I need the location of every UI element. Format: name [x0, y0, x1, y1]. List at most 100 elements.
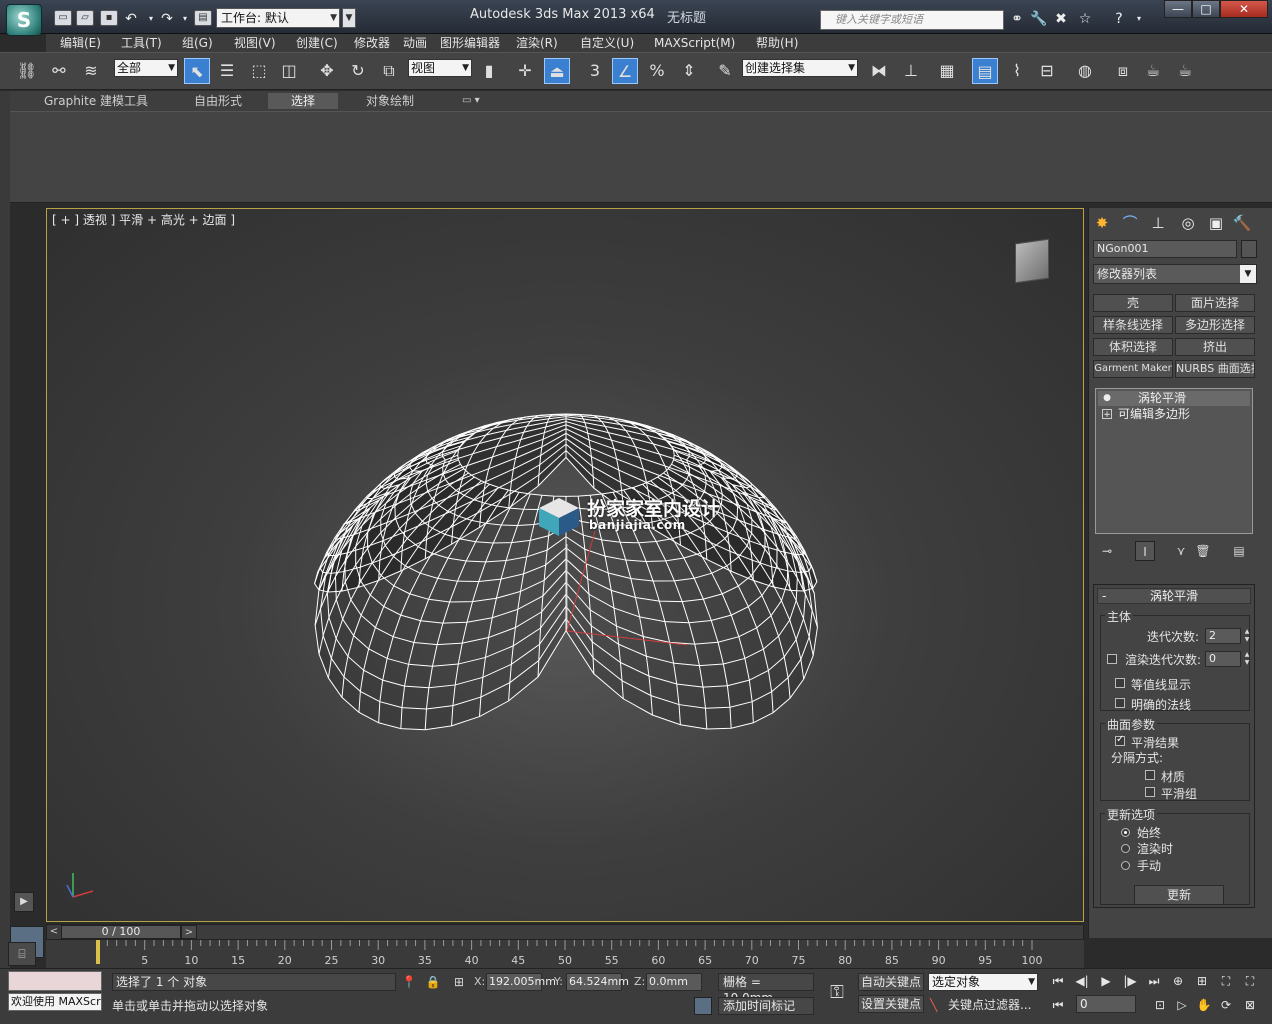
smooth-result-checkbox[interactable] [1115, 734, 1125, 746]
prev-frame-arrow-icon[interactable]: < [47, 925, 61, 939]
lightbulb-icon[interactable]: ● [1102, 393, 1112, 403]
show-end-result-icon[interactable]: I [1135, 541, 1155, 561]
utilities-tab-icon[interactable]: 🔨 [1231, 212, 1253, 234]
mod-volume-select-button[interactable]: 体积选择 [1093, 338, 1173, 356]
selection-filter-dropdown[interactable]: 全部 ▼ [114, 59, 178, 77]
zoom-extents-icon[interactable]: ⛶ [1216, 971, 1236, 991]
render-iterations-field[interactable]: 0 [1205, 651, 1241, 667]
rectangular-selection-icon[interactable]: ⬚ [246, 58, 272, 84]
iterations-spinner-icon[interactable]: ▲ ▼ [1243, 628, 1251, 644]
expand-plus-icon[interactable]: + [1102, 409, 1112, 420]
material-editor-icon[interactable]: ◍ [1072, 58, 1098, 84]
next-frame-icon[interactable]: |▶ [1120, 971, 1140, 991]
zoom-all-icon[interactable]: ⊞ [1192, 971, 1212, 991]
curve-editor-icon[interactable]: ⌇ [1004, 58, 1030, 84]
absolute-relative-toggle-icon[interactable]: ⊞ [450, 974, 468, 990]
update-manual-radio[interactable] [1121, 861, 1130, 870]
save-icon[interactable]: ▪ [100, 10, 118, 26]
search-input[interactable]: 键入关键字或短语 [820, 10, 1004, 30]
mod-shell-button[interactable]: 壳 [1093, 294, 1173, 312]
track-bar[interactable]: 5 10 15 20 25 30 35 40 45 50 55 60 65 70 75 80 85 90 95 100 [46, 940, 1084, 968]
keyboard-shortcut-toggle-icon[interactable]: ⏏ [544, 58, 570, 84]
open-mini-curve-editor-icon[interactable]: ⌸ [8, 942, 36, 966]
add-time-tag[interactable]: 添加时间标记 [718, 997, 814, 1015]
pivot-center-icon[interactable]: ▮ [476, 58, 502, 84]
mod-spline-select-button[interactable]: 样条线选择 [1093, 316, 1173, 334]
select-manipulate-icon[interactable]: ✛ [512, 58, 538, 84]
orbit-icon[interactable]: ⟳ [1216, 995, 1236, 1015]
tab-freeform[interactable]: 自由形式 [184, 93, 252, 109]
binoculars-icon[interactable]: ⚭ [1008, 10, 1026, 28]
render-iterations-checkbox[interactable] [1107, 654, 1117, 664]
z-coordinate-field[interactable]: 0.0mm [646, 973, 702, 991]
menu-tools[interactable]: 工具(T) [121, 34, 162, 52]
select-object-icon[interactable]: ⬉ [184, 58, 210, 84]
isoline-checkbox[interactable] [1115, 678, 1125, 688]
tab-selection[interactable]: 选择 [268, 93, 338, 109]
maxscript-listener-output[interactable] [8, 971, 102, 991]
auto-key-button[interactable]: 自动关键点 [858, 973, 924, 991]
snaps-toggle-icon[interactable]: 3 [582, 58, 608, 84]
help-dropdown-icon[interactable]: ▾ [1130, 10, 1148, 28]
tab-object-paint[interactable]: 对象绘制 [356, 93, 424, 109]
previous-frame-icon[interactable]: ◀| [1072, 971, 1092, 991]
app-menu-button[interactable]: S [6, 4, 42, 36]
menu-create[interactable]: 创建(C) [296, 34, 338, 52]
go-to-start-icon[interactable]: ⏮ [1048, 971, 1068, 991]
mod-nurbs-surface-select-button[interactable]: NURBS 曲面选择 [1175, 360, 1255, 378]
explicit-normals-checkbox[interactable] [1115, 698, 1125, 708]
zoom-extents-all-icon[interactable]: ⛶ [1240, 971, 1260, 991]
menu-customize[interactable]: 自定义(U) [580, 34, 634, 52]
time-tag-icon[interactable] [694, 997, 712, 1015]
current-frame-field[interactable]: 0 [1076, 995, 1136, 1013]
key-icon[interactable]: ⚿ [822, 981, 852, 1005]
maximize-viewport-icon[interactable]: ⊠ [1240, 995, 1260, 1015]
pan-view-icon[interactable]: ▷ [1172, 995, 1192, 1015]
render-iterations-spinner-icon[interactable]: ▲ ▼ [1243, 651, 1251, 667]
maxscript-listener-input[interactable]: 欢迎使用 MAXScr [8, 993, 102, 1011]
menu-maxscript[interactable]: MAXScript(M) [654, 34, 735, 52]
iterations-field[interactable]: 2 [1205, 628, 1241, 644]
menu-graph-editors[interactable]: 图形编辑器 [440, 34, 500, 52]
percent-snap-icon[interactable]: % [644, 58, 670, 84]
selection-lock-icon[interactable]: 🔒 [424, 974, 442, 990]
y-coordinate-field[interactable]: 64.524mm [566, 973, 629, 991]
unlink-icon[interactable]: ⚯ [46, 58, 72, 84]
key-filters-button[interactable]: ╲ 关键点过滤器... [928, 995, 1038, 1015]
menu-rendering[interactable]: 渲染(R) [516, 34, 558, 52]
pin-stack-icon[interactable]: ⊸ [1097, 541, 1117, 561]
update-button[interactable]: 更新 [1134, 885, 1224, 905]
object-color-swatch[interactable] [1241, 240, 1257, 258]
favorites-star-icon[interactable]: ☆ [1076, 10, 1094, 28]
schematic-view-icon[interactable]: ⊟ [1034, 58, 1060, 84]
stack-item-turbosmooth[interactable]: ● 涡轮平滑 [1098, 391, 1250, 406]
hierarchy-tab-icon[interactable]: ⊥ [1147, 212, 1169, 234]
separate-materials-checkbox[interactable] [1145, 770, 1155, 780]
select-rotate-icon[interactable]: ↻ [345, 58, 371, 84]
menu-edit[interactable]: 编辑(E) [60, 34, 101, 52]
rollout-header[interactable]: - 涡轮平滑 [1097, 588, 1251, 604]
isolate-selection-icon[interactable]: 📍 [400, 974, 418, 990]
selection-set-dropdown[interactable]: 选定对象 ▼ [928, 973, 1038, 991]
current-frame-marker[interactable] [96, 940, 100, 964]
configure-modifier-sets-icon[interactable]: ▤ [1229, 541, 1249, 561]
help-icon[interactable]: ? [1110, 10, 1128, 28]
menu-modifiers[interactable]: 修改器 [354, 34, 390, 52]
rendered-frame-window-icon[interactable]: ☕ [1140, 58, 1166, 84]
separate-smoothing-checkbox[interactable] [1145, 787, 1155, 797]
select-scale-icon[interactable]: ⧉ [376, 58, 402, 84]
modifier-list-dropdown[interactable]: 修改器列表 ▼ [1093, 264, 1257, 284]
quick-access-dropdown[interactable]: ▼ [342, 8, 356, 28]
reference-coordinate-dropdown[interactable]: 视图 ▼ [408, 59, 472, 77]
pan-hand-icon[interactable]: ✋ [1194, 995, 1214, 1015]
modify-tab-icon[interactable]: ⌒ [1119, 212, 1141, 234]
redo-icon[interactable]: ↷ [158, 10, 176, 28]
field-of-view-icon[interactable]: ⊡ [1150, 995, 1170, 1015]
perspective-viewport[interactable]: [ + ] 透视 ] 平滑 + 高光 + 边面 ] 扮家家室内设计 banjia… [46, 208, 1084, 922]
window-crossing-icon[interactable]: ◫ [276, 58, 302, 84]
project-folder-icon[interactable]: ▤ [194, 10, 212, 26]
remove-modifier-icon[interactable]: 🗑 [1193, 541, 1213, 561]
update-render-radio[interactable] [1121, 844, 1130, 853]
undo-icon[interactable]: ↶ [122, 10, 140, 28]
workspace-dropdown[interactable]: 工作台: 默认 ▼ [216, 8, 340, 28]
